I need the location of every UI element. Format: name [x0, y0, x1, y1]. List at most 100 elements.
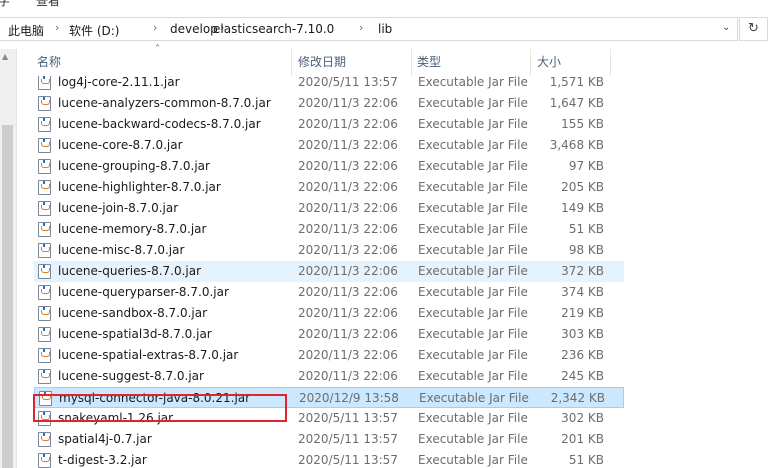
- file-name: lucene-grouping-8.7.0.jar: [58, 159, 210, 173]
- file-size: 372 KB: [561, 264, 604, 278]
- file-name: lucene-spatial-extras-8.7.0.jar: [58, 348, 239, 362]
- file-row[interactable]: lucene-analyzers-common-8.7.0.jar 2020/11…: [34, 93, 624, 114]
- file-name: lucene-highlighter-8.7.0.jar: [58, 180, 221, 194]
- file-type: Executable Jar File: [418, 264, 528, 278]
- breadcrumb-separator-icon[interactable]: ›: [153, 21, 157, 34]
- jar-file-icon: [38, 327, 51, 342]
- file-size: 245 KB: [561, 369, 604, 383]
- file-size: 51 KB: [568, 222, 604, 236]
- file-size: 303 KB: [561, 327, 604, 341]
- column-divider[interactable]: [530, 49, 531, 76]
- column-header-row: 名称 修改日期 类型 大小: [18, 49, 768, 76]
- column-divider[interactable]: [291, 49, 292, 76]
- file-name: lucene-misc-8.7.0.jar: [58, 243, 185, 257]
- file-modified-date: 2020/12/9 13:58: [299, 391, 399, 405]
- file-name: spatial4j-0.7.jar: [58, 432, 152, 446]
- breadcrumb-separator-icon[interactable]: ›: [55, 21, 59, 34]
- file-modified-date: 2020/11/3 22:06: [298, 348, 398, 362]
- file-modified-date: 2020/11/3 22:06: [298, 96, 398, 110]
- file-type: Executable Jar File: [418, 285, 528, 299]
- sort-ascending-icon: ˄: [155, 44, 160, 55]
- jar-file-icon: [38, 222, 51, 237]
- breadcrumb-drive-d[interactable]: 软件 (D:): [69, 22, 119, 39]
- file-size: 201 KB: [561, 432, 604, 446]
- breadcrumb-separator-icon[interactable]: ›: [359, 21, 363, 34]
- column-header-date[interactable]: 修改日期: [298, 49, 346, 76]
- file-type: Executable Jar File: [418, 159, 528, 173]
- column-header-type[interactable]: 类型: [417, 49, 441, 76]
- file-type: Executable Jar File: [418, 138, 528, 152]
- file-size: 2,342 KB: [550, 391, 605, 405]
- file-type: Executable Jar File: [418, 180, 528, 194]
- file-modified-date: 2020/11/3 22:06: [298, 243, 398, 257]
- address-bar[interactable]: 此电脑 › 软件 (D:) › develop › elasticsearch-…: [0, 17, 738, 41]
- file-name: lucene-analyzers-common-8.7.0.jar: [58, 96, 271, 110]
- file-size: 3,468 KB: [549, 138, 604, 152]
- file-row[interactable]: lucene-misc-8.7.0.jar 2020/11/3 22:06 Exec…: [34, 240, 624, 261]
- menu-item-view[interactable]: 查看: [36, 0, 60, 9]
- column-divider[interactable]: [411, 49, 412, 76]
- file-type: Executable Jar File: [418, 369, 528, 383]
- breadcrumb-lib[interactable]: lib: [378, 22, 392, 36]
- file-modified-date: 2020/11/3 22:06: [298, 285, 398, 299]
- file-modified-date: 2020/5/11 13:57: [298, 432, 398, 446]
- breadcrumb-develop[interactable]: develop: [170, 22, 218, 36]
- file-type: Executable Jar File: [419, 391, 529, 405]
- file-row[interactable]: lucene-grouping-8.7.0.jar 2020/11/3 22:06…: [34, 156, 624, 177]
- file-modified-date: 2020/11/3 22:06: [298, 222, 398, 236]
- jar-file-icon: [38, 348, 51, 363]
- file-type: Executable Jar File: [418, 453, 528, 467]
- file-row[interactable]: lucene-spatial-extras-8.7.0.jar 2020/11/3…: [34, 345, 624, 366]
- file-modified-date: 2020/11/3 22:06: [298, 138, 398, 152]
- file-modified-date: 2020/11/3 22:06: [298, 327, 398, 341]
- file-row[interactable]: lucene-core-8.7.0.jar 2020/11/3 22:06 Exec…: [34, 135, 624, 156]
- file-row[interactable]: lucene-sandbox-8.7.0.jar 2020/11/3 22:06 E…: [34, 303, 624, 324]
- column-divider[interactable]: [610, 49, 611, 76]
- file-row[interactable]: lucene-join-8.7.0.jar 2020/11/3 22:06 Exec…: [34, 198, 624, 219]
- file-modified-date: 2020/11/3 22:06: [298, 264, 398, 278]
- file-row[interactable]: lucene-queryparser-8.7.0.jar 2020/11/3 22…: [34, 282, 624, 303]
- file-modified-date: 2020/11/3 22:06: [298, 117, 398, 131]
- navigation-pane[interactable]: ▲: [0, 49, 17, 468]
- file-size: 97 KB: [568, 159, 604, 173]
- column-header-name[interactable]: 名称: [37, 49, 61, 76]
- file-size: 149 KB: [561, 201, 604, 215]
- file-name: lucene-queryparser-8.7.0.jar: [58, 285, 229, 299]
- menu-item-partial[interactable]: 字: [0, 0, 10, 9]
- file-row[interactable]: lucene-highlighter-8.7.0.jar 2020/11/3 22…: [34, 177, 624, 198]
- file-type: Executable Jar File: [418, 327, 528, 341]
- refresh-icon[interactable]: ↻: [739, 17, 768, 41]
- address-dropdown-icon[interactable]: ⌄: [722, 22, 730, 33]
- file-row[interactable]: lucene-suggest-8.7.0.jar 2020/11/3 22:06 E…: [34, 366, 624, 387]
- breadcrumb-this-pc[interactable]: 此电脑: [8, 22, 44, 39]
- jar-file-icon: [38, 159, 51, 174]
- file-modified-date: 2020/11/3 22:06: [298, 369, 398, 383]
- file-size: 374 KB: [561, 285, 604, 299]
- jar-file-icon: [38, 432, 51, 447]
- file-row[interactable]: lucene-spatial3d-8.7.0.jar 2020/11/3 22:0…: [34, 324, 624, 345]
- jar-file-icon: [38, 285, 51, 300]
- file-row[interactable]: t-digest-3.2.jar 2020/5/11 13:57 Executabl…: [34, 450, 624, 468]
- column-header-size[interactable]: 大小: [537, 49, 561, 76]
- jar-file-icon: [38, 117, 51, 132]
- jar-file-icon: [38, 96, 51, 111]
- file-modified-date: 2020/5/11 13:57: [298, 75, 398, 89]
- jar-file-icon: [38, 243, 51, 258]
- file-name: lucene-core-8.7.0.jar: [58, 138, 183, 152]
- file-row[interactable]: lucene-backward-codecs-8.7.0.jar 2020/11/…: [34, 114, 624, 135]
- file-type: Executable Jar File: [418, 75, 528, 89]
- file-name: lucene-queries-8.7.0.jar: [58, 264, 202, 278]
- file-row[interactable]: lucene-queries-8.7.0.jar 2020/11/3 22:06 E…: [34, 261, 624, 282]
- navigation-scrollbar-thumb[interactable]: [2, 125, 13, 468]
- file-modified-date: 2020/5/11 13:57: [298, 411, 398, 425]
- file-modified-date: 2020/11/3 22:06: [298, 306, 398, 320]
- breadcrumb-elasticsearch[interactable]: elasticsearch-7.10.0: [213, 22, 334, 36]
- file-row[interactable]: spatial4j-0.7.jar 2020/5/11 13:57 Executab…: [34, 429, 624, 450]
- file-type: Executable Jar File: [418, 222, 528, 236]
- file-size: 1,571 KB: [549, 75, 604, 89]
- jar-file-icon: [38, 453, 51, 468]
- scroll-up-icon[interactable]: ▲: [2, 52, 8, 61]
- file-row[interactable]: lucene-memory-8.7.0.jar 2020/11/3 22:06 Ex…: [34, 219, 624, 240]
- jar-file-icon: [38, 138, 51, 153]
- file-type: Executable Jar File: [418, 243, 528, 257]
